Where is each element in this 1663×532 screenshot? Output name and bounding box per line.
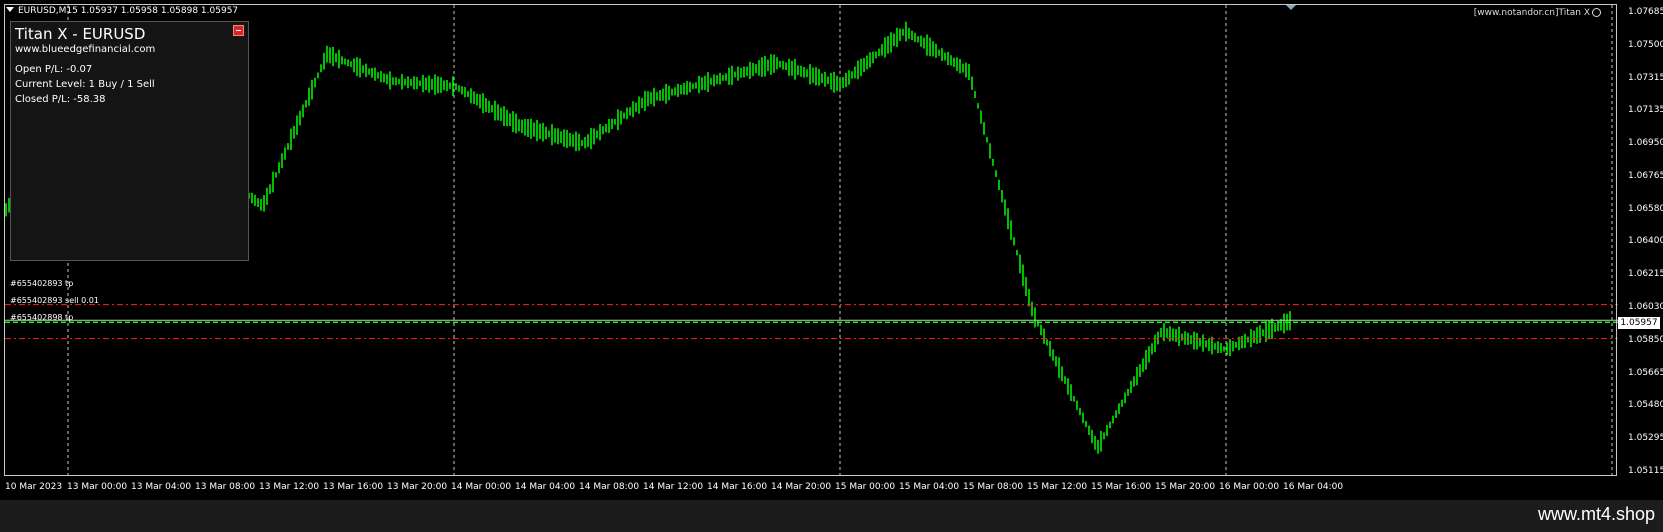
price-tick: 1.05850 xyxy=(1628,335,1663,345)
order-tp-top-label[interactable]: #655402893 tp xyxy=(10,279,73,288)
time-tick: 13 Mar 20:00 xyxy=(387,482,448,492)
price-tick: 1.07135 xyxy=(1628,105,1663,115)
price-tick: 1.07315 xyxy=(1628,73,1663,83)
time-tick: 16 Mar 04:00 xyxy=(1283,482,1344,492)
price-tick: 1.06400 xyxy=(1628,236,1663,246)
closed-pl: Closed P/L: -58.38 xyxy=(15,94,106,105)
panel-title: Titan X - EURUSD xyxy=(15,25,146,43)
time-tick: 13 Mar 08:00 xyxy=(195,482,256,492)
chart-shift-marker-icon xyxy=(1286,5,1296,10)
time-tick: 13 Mar 04:00 xyxy=(131,482,192,492)
time-tick: 13 Mar 00:00 xyxy=(67,482,128,492)
price-tick: 1.05665 xyxy=(1628,368,1663,378)
panel-website: www.blueedgefinancial.com xyxy=(15,44,156,55)
close-button[interactable] xyxy=(233,25,244,36)
symbol-header[interactable]: EURUSD,M15 1.05937 1.05958 1.05898 1.059… xyxy=(6,6,238,16)
price-tick: 1.06030 xyxy=(1628,302,1663,312)
time-tick: 15 Mar 16:00 xyxy=(1091,482,1152,492)
price-tick: 1.05115 xyxy=(1628,466,1663,476)
time-tick: 10 Mar 2023 xyxy=(5,482,63,492)
current-level: Current Level: 1 Buy / 1 Sell xyxy=(15,79,155,90)
price-tick: 1.05295 xyxy=(1628,433,1663,443)
time-tick: 14 Mar 12:00 xyxy=(643,482,704,492)
order-entry-label[interactable]: #655402893 sell 0.01 xyxy=(10,296,99,305)
indicator-name: [www.notandor.cn]Titan X xyxy=(1473,8,1590,18)
current-price-label: 1.05957 xyxy=(1618,317,1660,329)
indicator-label: [www.notandor.cn]Titan X xyxy=(1474,8,1601,18)
symbol-quote: EURUSD,M15 1.05937 1.05958 1.05898 1.059… xyxy=(18,6,239,16)
time-tick: 13 Mar 12:00 xyxy=(259,482,320,492)
gear-icon[interactable] xyxy=(1592,8,1601,17)
time-tick: 16 Mar 00:00 xyxy=(1219,482,1280,492)
time-tick: 14 Mar 08:00 xyxy=(579,482,640,492)
time-tick: 15 Mar 04:00 xyxy=(899,482,960,492)
price-tick: 1.06950 xyxy=(1628,138,1663,148)
time-tick: 13 Mar 16:00 xyxy=(323,482,384,492)
chart-window[interactable]: EURUSD,M15 1.05937 1.05958 1.05898 1.059… xyxy=(0,0,1663,500)
price-tick: 1.06580 xyxy=(1628,204,1663,214)
time-tick: 14 Mar 20:00 xyxy=(771,482,832,492)
order-tp-bottom-label[interactable]: #655402898 tp xyxy=(10,313,73,322)
price-tick: 1.06215 xyxy=(1628,269,1663,279)
price-tick: 1.07685 xyxy=(1628,7,1663,17)
watermark: www.mt4.shop xyxy=(1537,504,1655,524)
price-tick: 1.07500 xyxy=(1628,40,1663,50)
time-tick: 15 Mar 00:00 xyxy=(835,482,896,492)
time-tick: 14 Mar 16:00 xyxy=(707,482,768,492)
time-tick: 15 Mar 08:00 xyxy=(963,482,1024,492)
time-tick: 14 Mar 00:00 xyxy=(451,482,512,492)
ea-info-panel: Titan X - EURUSD www.blueedgefinancial.c… xyxy=(10,21,249,261)
time-tick: 15 Mar 12:00 xyxy=(1027,482,1088,492)
price-tick: 1.06765 xyxy=(1628,171,1663,181)
time-tick: 15 Mar 20:00 xyxy=(1155,482,1216,492)
time-tick: 14 Mar 04:00 xyxy=(515,482,576,492)
dropdown-arrow-icon[interactable] xyxy=(6,7,14,12)
price-tick: 1.05480 xyxy=(1628,400,1663,410)
open-pl: Open P/L: -0.07 xyxy=(15,64,93,75)
